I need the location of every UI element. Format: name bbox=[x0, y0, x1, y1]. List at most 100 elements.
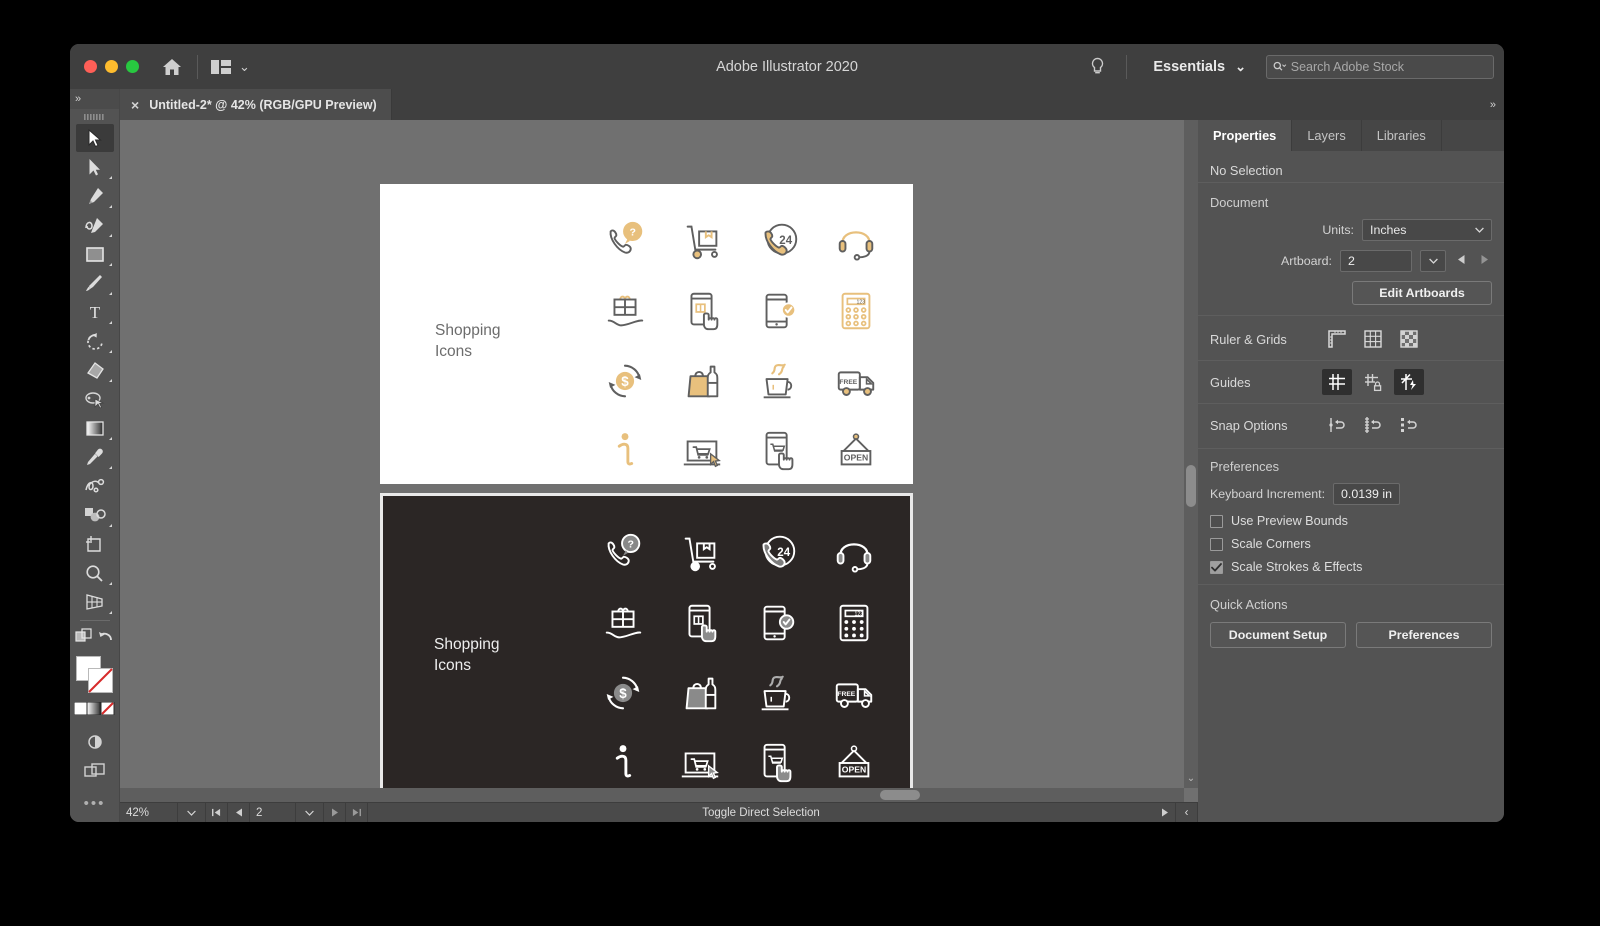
last-artboard-button[interactable] bbox=[346, 803, 368, 822]
illustrator-window: ⌄ Adobe Illustrator 2020 Essentials ⌄ » bbox=[70, 44, 1504, 822]
undo-icon[interactable] bbox=[98, 628, 114, 649]
eyedropper-tool[interactable] bbox=[76, 443, 114, 471]
preferences-heading: Preferences bbox=[1210, 459, 1279, 474]
blend-tool[interactable] bbox=[76, 472, 114, 500]
lock-guides-icon[interactable] bbox=[1358, 369, 1388, 395]
rotate-tool[interactable] bbox=[76, 327, 114, 355]
first-artboard-button[interactable] bbox=[206, 803, 228, 822]
change-screen-mode-button[interactable] bbox=[76, 757, 114, 785]
scale-strokes-effects-row[interactable]: Scale Strokes & Effects bbox=[1210, 560, 1492, 574]
drawing-modes-button[interactable] bbox=[75, 627, 93, 650]
headset-support-icon bbox=[838, 231, 873, 261]
use-preview-bounds-row[interactable]: Use Preview Bounds bbox=[1210, 514, 1492, 528]
open-sign-icon: OPEN bbox=[840, 433, 871, 466]
previous-artboard-button[interactable] bbox=[228, 803, 250, 822]
smart-guides-icon[interactable] bbox=[1394, 369, 1424, 395]
panel-content: No Selection Document Units: Inches Artb… bbox=[1198, 151, 1504, 822]
guides-row: Guides bbox=[1210, 369, 1492, 395]
scale-corners-checkbox[interactable] bbox=[1210, 537, 1223, 551]
gradient-tool[interactable] bbox=[76, 414, 114, 442]
zoom-button[interactable] bbox=[126, 60, 139, 73]
shape-builder-tool[interactable] bbox=[76, 356, 114, 384]
snap-to-point-icon[interactable] bbox=[1322, 412, 1352, 438]
next-artboard-button[interactable] bbox=[1477, 252, 1492, 270]
discover-bulb-icon[interactable] bbox=[1080, 52, 1114, 82]
artboard-number-input[interactable]: 2 bbox=[1340, 250, 1412, 272]
scale-strokes-effects-label: Scale Strokes & Effects bbox=[1231, 560, 1363, 574]
edit-artboards-button[interactable]: Edit Artboards bbox=[1352, 281, 1492, 305]
close-button[interactable] bbox=[84, 60, 97, 73]
minimize-button[interactable] bbox=[105, 60, 118, 73]
keyboard-increment-input[interactable]: 0.0139 in bbox=[1333, 483, 1401, 505]
document-tab[interactable]: × Untitled-2* @ 42% (RGB/GPU Preview) bbox=[120, 89, 392, 120]
collapse-panel-button[interactable]: » bbox=[1490, 99, 1496, 111]
show-rulers-icon[interactable] bbox=[1322, 326, 1352, 352]
fill-stroke-swatches[interactable] bbox=[75, 656, 115, 694]
artboard-light[interactable]: Shopping Icons ? 24 123 $ FREE OPEN bbox=[380, 184, 913, 484]
artboard-dropdown-button[interactable] bbox=[1420, 250, 1446, 272]
artboard-dropdown-button[interactable] bbox=[296, 803, 324, 822]
close-icon[interactable]: × bbox=[131, 97, 139, 113]
tab-properties[interactable]: Properties bbox=[1198, 120, 1293, 151]
canvas-vertical-scrollbar[interactable]: ⌄ bbox=[1184, 120, 1198, 788]
color-modes[interactable] bbox=[73, 701, 116, 720]
more-tools-button[interactable]: ••• bbox=[84, 795, 106, 812]
zoom-dropdown-button[interactable] bbox=[178, 803, 206, 822]
workspace-switcher[interactable]: Essentials ⌄ bbox=[1139, 59, 1260, 75]
icon-grid-dark: ? 24 123 $ FREE OPEN bbox=[584, 518, 892, 798]
snap-to-pixel-icon[interactable] bbox=[1394, 412, 1424, 438]
curvature-tool[interactable] bbox=[76, 211, 114, 239]
screen-mode-button[interactable] bbox=[76, 728, 114, 756]
free-transform-tool[interactable] bbox=[76, 385, 114, 413]
laptop-cart-click-icon bbox=[681, 752, 719, 780]
preferences-button[interactable]: Preferences bbox=[1356, 622, 1492, 648]
direct-selection-tool[interactable] bbox=[76, 153, 114, 181]
scale-corners-row[interactable]: Scale Corners bbox=[1210, 537, 1492, 551]
chevron-down-icon[interactable]: ⌄ bbox=[1184, 773, 1198, 784]
show-grid-icon[interactable] bbox=[1358, 326, 1388, 352]
tab-layers[interactable]: Layers bbox=[1292, 120, 1362, 151]
canvas-horizontal-scrollbar[interactable] bbox=[120, 788, 1184, 802]
arrange-documents-icon bbox=[211, 59, 231, 74]
scrollbar-thumb[interactable] bbox=[1186, 465, 1196, 507]
panel-collapse-bar[interactable]: » bbox=[1198, 89, 1504, 120]
symbol-sprayer-tool[interactable] bbox=[76, 501, 114, 529]
svg-text:24: 24 bbox=[779, 235, 792, 247]
zoom-level[interactable]: 42% bbox=[120, 803, 178, 822]
scale-strokes-effects-checkbox[interactable] bbox=[1210, 560, 1223, 574]
rectangle-tool[interactable] bbox=[76, 240, 114, 268]
type-tool[interactable]: T bbox=[76, 298, 114, 326]
scrollbar-thumb[interactable] bbox=[880, 790, 920, 800]
artboard-number-field[interactable]: 2 bbox=[250, 803, 296, 822]
arrange-documents-button[interactable]: ⌄ bbox=[210, 58, 250, 76]
selection-tool[interactable] bbox=[75, 124, 114, 152]
previous-artboard-button[interactable] bbox=[1454, 252, 1469, 270]
search-input[interactable] bbox=[1290, 59, 1487, 74]
pen-tool[interactable] bbox=[76, 182, 114, 210]
use-preview-bounds-checkbox[interactable] bbox=[1210, 514, 1223, 528]
show-transparency-grid-icon[interactable] bbox=[1394, 326, 1424, 352]
tools-panel: » T ••• bbox=[70, 89, 120, 822]
units-select[interactable]: Inches bbox=[1362, 219, 1492, 241]
artboard-dark[interactable]: Shopping Icons ? 24 123 $ FREE OPEN bbox=[380, 493, 913, 796]
zoom-tool[interactable] bbox=[76, 559, 114, 587]
status-resize-handle[interactable]: ‹ bbox=[1176, 803, 1198, 822]
paintbrush-tool[interactable] bbox=[76, 269, 114, 297]
guides-label: Guides bbox=[1210, 374, 1251, 390]
snap-to-grid-icon[interactable] bbox=[1358, 412, 1388, 438]
home-icon[interactable] bbox=[159, 54, 185, 80]
artboard-tool[interactable] bbox=[76, 530, 114, 558]
show-guides-icon[interactable] bbox=[1322, 369, 1352, 395]
status-text[interactable]: Toggle Direct Selection bbox=[368, 803, 1154, 822]
icon-grid-light: ? 24 123 $ FREE OPEN bbox=[586, 206, 894, 486]
adobe-stock-search[interactable] bbox=[1266, 54, 1494, 79]
tools-drag-handle[interactable] bbox=[81, 111, 109, 123]
tab-libraries[interactable]: Libraries bbox=[1362, 120, 1442, 151]
hot-coffee-cup-icon bbox=[761, 675, 790, 711]
perspective-grid-tool[interactable] bbox=[76, 588, 114, 616]
next-artboard-button[interactable] bbox=[324, 803, 346, 822]
document-setup-button[interactable]: Document Setup bbox=[1210, 622, 1346, 648]
canvas[interactable]: Shopping Icons ? 24 123 $ FREE OPEN Shop… bbox=[120, 120, 1198, 802]
status-menu-button[interactable] bbox=[1154, 803, 1176, 822]
collapse-tools-button[interactable]: » bbox=[70, 89, 119, 109]
